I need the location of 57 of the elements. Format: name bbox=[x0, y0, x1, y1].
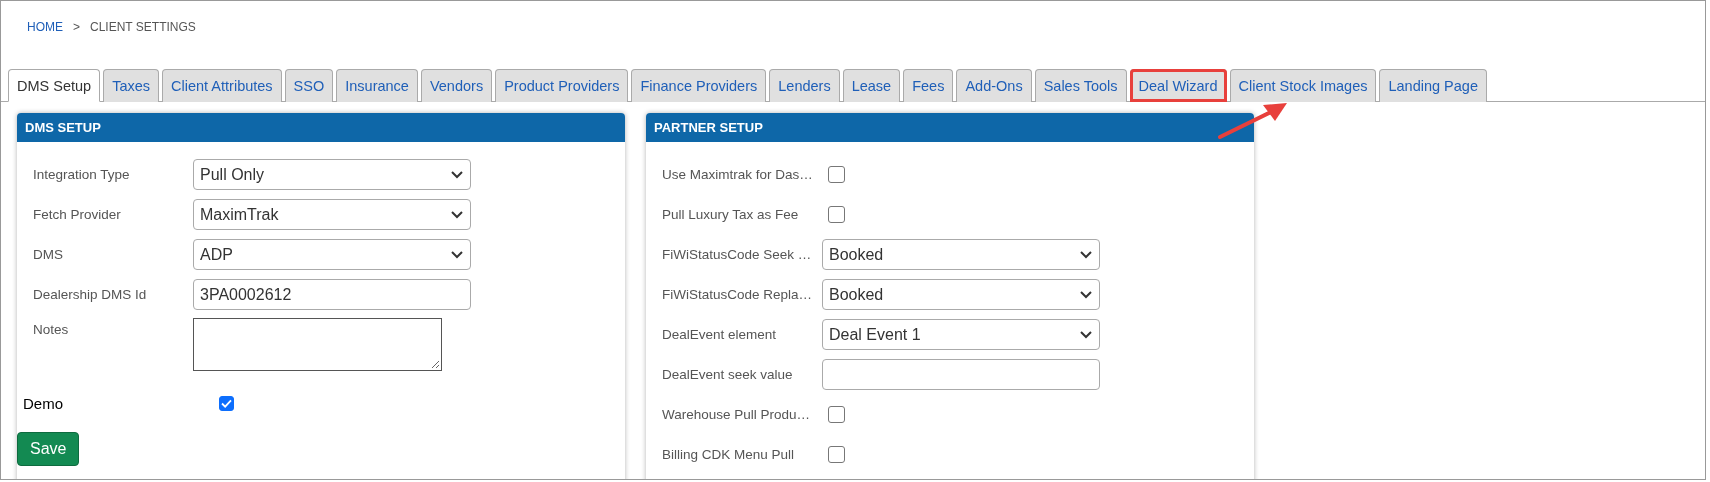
save-button[interactable]: Save bbox=[17, 432, 80, 466]
tab[interactable]: Product Providers bbox=[495, 69, 629, 102]
notes-field[interactable] bbox=[193, 318, 442, 371]
tab[interactable]: Lenders bbox=[769, 69, 840, 102]
field-label: Billing CDK Menu Pull bbox=[662, 447, 796, 462]
chevron-down-icon bbox=[450, 210, 464, 219]
tab[interactable]: Landing Page bbox=[1379, 69, 1487, 102]
field-label: Fetch Provider bbox=[33, 207, 122, 222]
chevron-down-icon bbox=[1079, 250, 1093, 259]
checkbox[interactable] bbox=[828, 166, 845, 183]
dropdown[interactable]: Deal Event 1 bbox=[822, 319, 1100, 350]
tab[interactable]: Deal Wizard bbox=[1129, 69, 1227, 102]
field-label: FiWiStatusCode Repla… bbox=[662, 287, 814, 302]
tab[interactable]: DMS Setup bbox=[8, 69, 101, 102]
field-label: Warehouse Pull Produ… bbox=[662, 407, 812, 422]
field-label: Dealership DMS Id bbox=[33, 287, 148, 302]
tab[interactable]: Fees bbox=[903, 69, 954, 102]
dropdown[interactable]: Booked bbox=[822, 239, 1100, 270]
resize-grip-icon bbox=[430, 359, 440, 369]
breadcrumb-separator: > bbox=[73, 19, 80, 34]
checkbox[interactable] bbox=[828, 206, 845, 223]
field-label: Demo bbox=[23, 394, 64, 412]
dropdown[interactable]: MaximTrak bbox=[193, 199, 471, 230]
field-label: DealEvent element bbox=[662, 327, 778, 342]
checkbox[interactable] bbox=[828, 446, 845, 463]
tab[interactable]: Finance Providers bbox=[631, 69, 767, 102]
chevron-down-icon bbox=[1079, 330, 1093, 339]
field-label: Notes bbox=[33, 321, 70, 337]
field-label: Integration Type bbox=[33, 167, 131, 182]
breadcrumb-link[interactable]: HOME bbox=[27, 19, 63, 34]
chevron-down-icon bbox=[1079, 290, 1093, 299]
checkbox[interactable] bbox=[219, 395, 234, 411]
tab[interactable]: Lease bbox=[842, 69, 901, 102]
field-label: DMS bbox=[33, 247, 64, 262]
panel-title: DMS SETUP bbox=[17, 113, 625, 142]
dropdown[interactable]: Pull Only bbox=[193, 159, 471, 190]
input-field[interactable]: 3PA0002612 bbox=[193, 279, 471, 310]
field-label: Pull Luxury Tax as Fee bbox=[662, 207, 800, 222]
tab[interactable]: Client Stock Images bbox=[1229, 69, 1377, 102]
breadcrumb-current: CLIENT SETTINGS bbox=[90, 19, 196, 34]
input-field[interactable] bbox=[822, 359, 1100, 390]
field-label: Use Maximtrak for Das… bbox=[662, 167, 814, 182]
tab[interactable]: Insurance bbox=[336, 69, 418, 102]
dropdown[interactable]: Booked bbox=[822, 279, 1100, 310]
tab[interactable]: Add-Ons bbox=[956, 69, 1032, 102]
field-label: DealEvent seek value bbox=[662, 367, 794, 382]
tab[interactable]: Sales Tools bbox=[1034, 69, 1127, 102]
checkbox[interactable] bbox=[828, 406, 845, 423]
chevron-down-icon bbox=[450, 170, 464, 179]
tab[interactable]: SSO bbox=[284, 69, 334, 102]
tab[interactable]: Client Attributes bbox=[162, 69, 282, 102]
dropdown[interactable]: ADP bbox=[193, 239, 471, 270]
panel-title: PARTNER SETUP bbox=[646, 113, 1254, 142]
tab[interactable]: Vendors bbox=[420, 69, 493, 102]
chevron-down-icon bbox=[450, 250, 464, 259]
field-label: FiWiStatusCode Seek … bbox=[662, 247, 813, 262]
tab[interactable]: Taxes bbox=[103, 69, 160, 102]
